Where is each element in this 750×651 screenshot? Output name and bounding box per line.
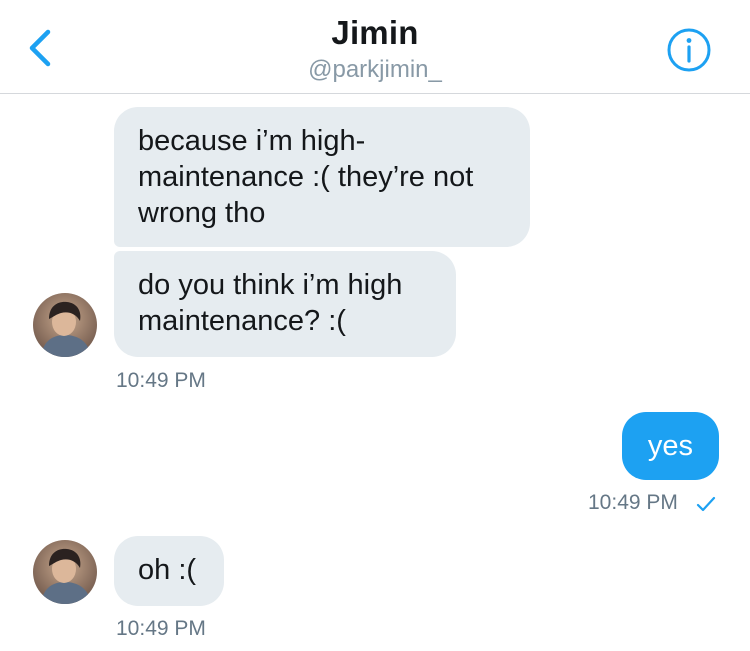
- avatar[interactable]: [33, 293, 97, 357]
- checkmark-icon: [696, 496, 716, 512]
- info-circle-icon[interactable]: [665, 26, 713, 74]
- conversation-header: Jimin @parkjimin_: [0, 0, 750, 94]
- message-timestamp: 10:49 PM: [588, 491, 678, 514]
- conversation-title[interactable]: Jimin: [0, 14, 750, 52]
- message-bubble-incoming[interactable]: because i’m high-maintenance :( they’re …: [114, 107, 530, 247]
- message-timestamp: 10:49 PM: [116, 617, 206, 640]
- message-timestamp: 10:49 PM: [116, 369, 206, 392]
- message-bubble-outgoing[interactable]: yes: [622, 412, 719, 480]
- message-bubble-incoming[interactable]: oh :(: [114, 536, 224, 606]
- conversation-handle[interactable]: @parkjimin_: [0, 56, 750, 84]
- avatar[interactable]: [33, 540, 97, 604]
- message-bubble-incoming[interactable]: do you think i’m high maintenance? :(: [114, 251, 456, 357]
